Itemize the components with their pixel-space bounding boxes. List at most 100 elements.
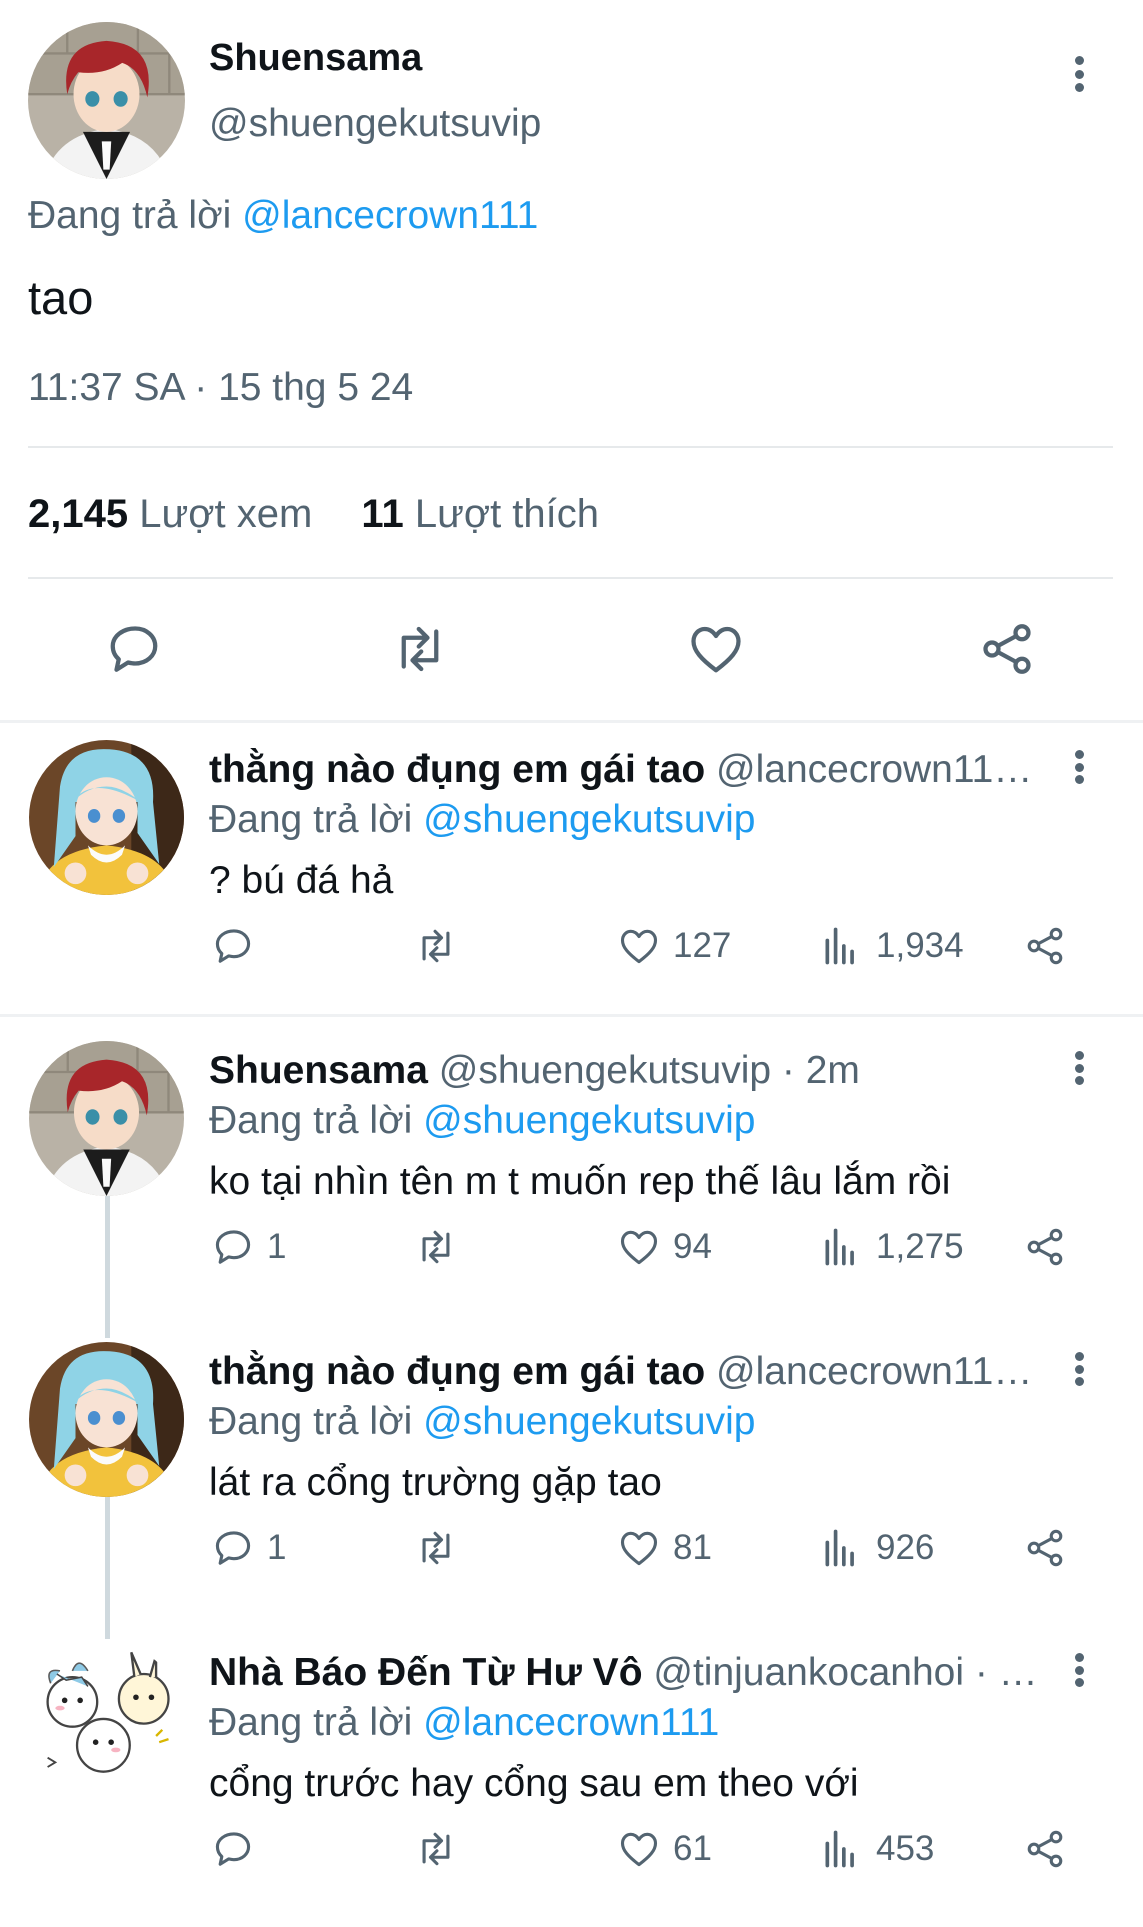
divider	[28, 577, 1113, 579]
more-options-icon[interactable]	[1072, 750, 1086, 784]
reply-tweet[interactable]: thằng nào đụng em gái tao @lancecrown11……	[0, 1326, 1143, 1626]
retweet-button[interactable]	[390, 619, 450, 679]
share-button[interactable]	[1023, 1225, 1067, 1269]
retweet-button[interactable]	[414, 1827, 458, 1871]
display-name[interactable]: Shuensama	[209, 1049, 428, 1092]
tweet-text: ko tại nhìn tên m t muốn rep thế lâu lắm…	[209, 1160, 951, 1203]
replying-to-link[interactable]: @shuengekutsuvip	[423, 798, 755, 841]
replying-prefix: Đang trả lời	[209, 1701, 413, 1744]
like-count: 94	[673, 1227, 712, 1266]
replying-to-link[interactable]: @shuengekutsuvip	[423, 1400, 755, 1443]
like-button[interactable]	[686, 619, 746, 679]
more-options-icon[interactable]	[1072, 56, 1086, 92]
views-button[interactable]: 926	[820, 1526, 934, 1570]
avatar[interactable]	[29, 740, 184, 895]
reply-header: thằng nào đụng em gái tao @lancecrown11…	[209, 748, 1049, 792]
reply-icon	[104, 619, 164, 679]
replying-prefix: Đang trả lời	[209, 1400, 413, 1443]
like-count: 81	[673, 1528, 712, 1567]
reply-button[interactable]	[104, 619, 164, 679]
reply-icon	[211, 1225, 255, 1269]
view-count: 926	[876, 1528, 935, 1567]
more-options-icon[interactable]	[1072, 1352, 1086, 1386]
like-button[interactable]: 127	[617, 924, 731, 968]
reply-icon	[211, 1827, 255, 1871]
user-handle[interactable]: @shuengekutsuvip · 2m	[439, 1049, 860, 1092]
retweet-button[interactable]	[414, 1225, 458, 1269]
tweet-timestamp[interactable]: 11:37 SA · 15 thg 5 24	[28, 366, 413, 410]
share-icon	[977, 619, 1037, 679]
heart-icon	[617, 1526, 661, 1570]
views-icon	[820, 1526, 864, 1570]
reply-header: thằng nào đụng em gái tao @lancecrown11…	[209, 1350, 1049, 1394]
views-icon	[820, 1225, 864, 1269]
display-name[interactable]: Shuensama	[209, 37, 422, 80]
replying-to-link[interactable]: @shuengekutsuvip	[423, 1099, 755, 1142]
more-options-icon[interactable]	[1072, 1051, 1086, 1085]
replying-to: Đang trả lời @lancecrown111	[28, 194, 538, 238]
share-icon	[1023, 1827, 1067, 1871]
likes-label[interactable]: Lượt thích	[415, 492, 599, 536]
reply-tweet[interactable]: Nhà Báo Đến Từ Hư Vô @tinjuankocanhoi · …	[0, 1627, 1143, 1927]
share-button[interactable]	[1023, 1827, 1067, 1871]
retweet-button[interactable]	[414, 1526, 458, 1570]
divider	[28, 446, 1113, 448]
share-button[interactable]	[1023, 1526, 1067, 1570]
more-options-icon[interactable]	[1072, 1653, 1086, 1687]
avatar[interactable]	[28, 22, 185, 179]
avatar[interactable]	[29, 1643, 184, 1798]
reply-button[interactable]	[211, 1827, 267, 1871]
share-button[interactable]	[1023, 924, 1067, 968]
replying-to-link[interactable]: @lancecrown111	[242, 194, 538, 237]
divider	[0, 720, 1143, 723]
reply-tweet[interactable]: thằng nào đụng em gái tao @lancecrown11……	[0, 724, 1143, 1024]
tweet-text: tao	[28, 271, 94, 324]
user-handle[interactable]: @lancecrown11…	[716, 748, 1032, 791]
heart-icon	[686, 619, 746, 679]
like-button[interactable]: 94	[617, 1225, 712, 1269]
share-icon	[1023, 1225, 1067, 1269]
replying-to: Đang trả lời @shuengekutsuvip	[209, 1099, 755, 1143]
reply-button[interactable]	[211, 924, 267, 968]
reply-tweet[interactable]: Shuensama @shuengekutsuvip · 2m Đang trả…	[0, 1025, 1143, 1325]
reply-icon	[211, 924, 255, 968]
heart-icon	[617, 1225, 661, 1269]
like-count: 127	[673, 926, 732, 965]
like-count: 61	[673, 1829, 712, 1868]
user-handle[interactable]: @shuengekutsuvip	[209, 102, 541, 146]
reply-header: Nhà Báo Đến Từ Hư Vô @tinjuankocanhoi · …	[209, 1651, 1049, 1695]
retweet-icon	[414, 1526, 458, 1570]
display-name[interactable]: thằng nào đụng em gái tao	[209, 748, 705, 791]
avatar[interactable]	[29, 1041, 184, 1196]
display-name[interactable]: thằng nào đụng em gái tao	[209, 1350, 705, 1393]
views-button[interactable]: 453	[820, 1827, 934, 1871]
like-button[interactable]: 61	[617, 1827, 712, 1871]
heart-icon	[617, 924, 661, 968]
like-button[interactable]: 81	[617, 1526, 712, 1570]
reply-count: 1	[267, 1227, 287, 1266]
views-button[interactable]: 1,275	[820, 1225, 964, 1269]
reply-count: 1	[267, 1528, 287, 1567]
retweet-button[interactable]	[414, 924, 458, 968]
avatar[interactable]	[29, 1342, 184, 1497]
reply-button[interactable]: 1	[211, 1225, 286, 1269]
retweet-icon	[414, 1827, 458, 1871]
share-button[interactable]	[977, 619, 1037, 679]
display-name[interactable]: Nhà Báo Đến Từ Hư Vô	[209, 1651, 643, 1694]
user-handle[interactable]: @tinjuankocanhoi · …	[653, 1651, 1037, 1694]
divider	[0, 1014, 1143, 1017]
user-handle[interactable]: @lancecrown11…	[716, 1350, 1032, 1393]
main-tweet: Shuensama @shuengekutsuvip Đang trả lời …	[0, 0, 1143, 720]
views-label[interactable]: Lượt xem	[139, 492, 312, 536]
retweet-icon	[414, 924, 458, 968]
tweet-text: ? bú đá hả	[209, 859, 394, 902]
views-button[interactable]: 1,934	[820, 924, 964, 968]
heart-icon	[617, 1827, 661, 1871]
replying-to-link[interactable]: @lancecrown111	[423, 1701, 719, 1744]
reply-button[interactable]: 1	[211, 1526, 286, 1570]
retweet-icon	[390, 619, 450, 679]
likes-count: 11	[361, 492, 404, 536]
replying-prefix: Đang trả lời	[209, 1099, 413, 1142]
share-icon	[1023, 1526, 1067, 1570]
replying-prefix: Đang trả lời	[28, 194, 232, 237]
